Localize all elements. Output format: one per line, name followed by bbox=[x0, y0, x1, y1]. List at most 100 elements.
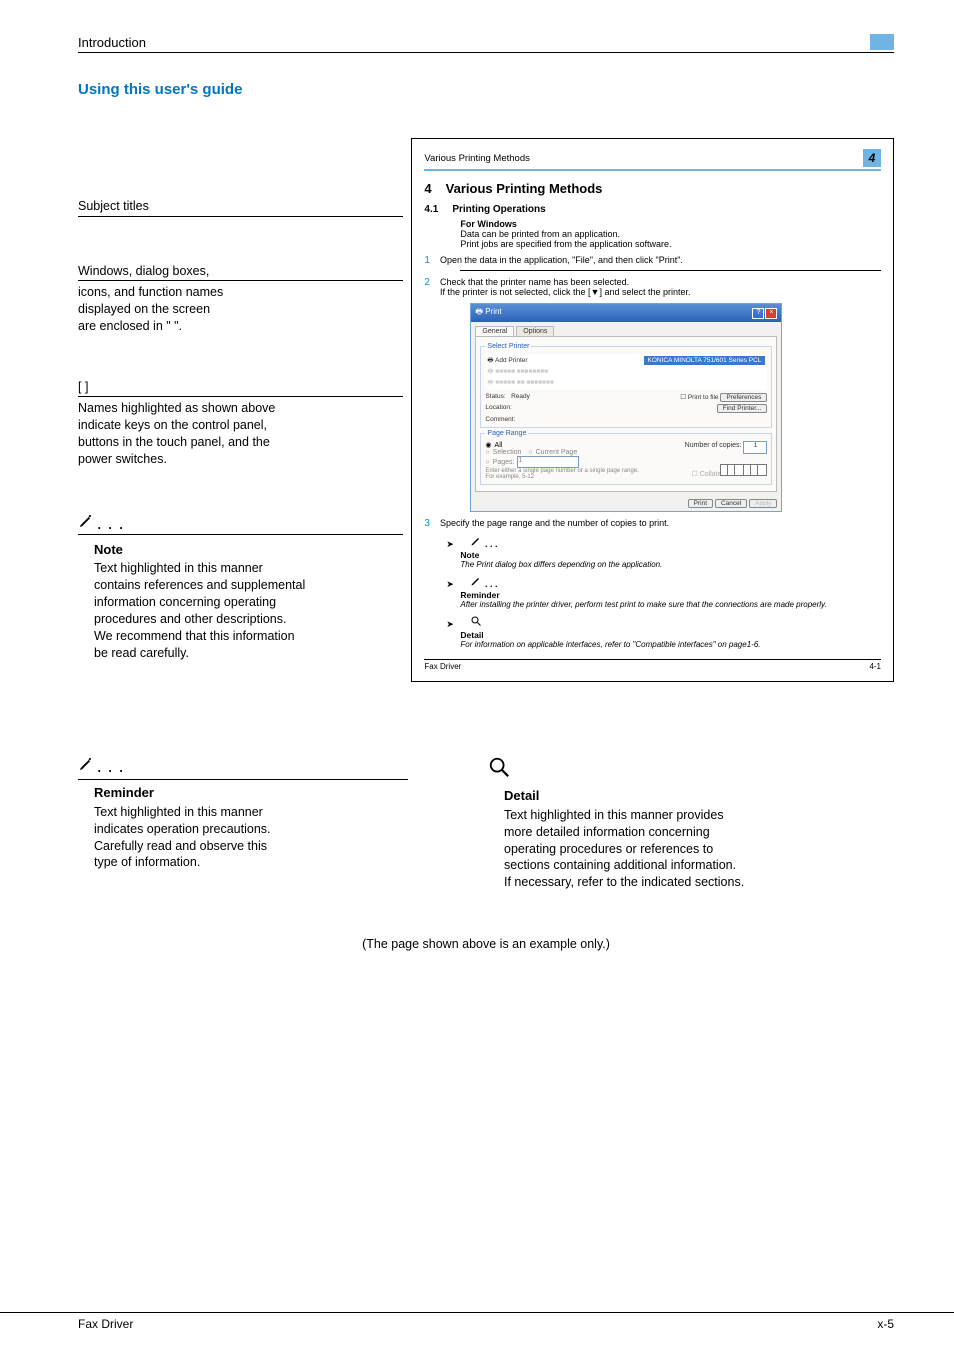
close-icon[interactable]: × bbox=[765, 308, 777, 319]
header-accent bbox=[870, 34, 894, 50]
note-icon bbox=[470, 539, 482, 549]
selected-printer[interactable]: KONICA MINOLTA 751/601 Series PCL bbox=[644, 356, 766, 365]
detail-heading: Detail bbox=[504, 787, 818, 805]
copies-stepper[interactable]: 1 bbox=[743, 441, 767, 454]
running-header: Introduction bbox=[78, 35, 146, 50]
callout-subject-titles: Subject titles bbox=[78, 198, 403, 218]
print-button[interactable]: Print bbox=[688, 499, 713, 508]
group-select-printer: Select Printer bbox=[485, 343, 531, 350]
note-heading: Note bbox=[94, 541, 403, 559]
callout-text: power switches. bbox=[78, 451, 403, 468]
example-ch-num: 4 bbox=[424, 181, 431, 196]
collate-checkbox[interactable]: Collate bbox=[700, 471, 722, 478]
callout-brackets: [ ] Names highlighted as shown above ind… bbox=[78, 379, 403, 467]
help-icon[interactable]: ? bbox=[752, 308, 764, 319]
callout-detail: Detail Text highlighted in this manner p… bbox=[488, 756, 818, 891]
callout-label: Subject titles bbox=[78, 198, 403, 216]
status-value: Ready bbox=[511, 393, 530, 400]
ex-detail-heading: Detail bbox=[460, 630, 881, 640]
radio-all[interactable]: ◉ All bbox=[485, 441, 640, 449]
callout-text: Windows, dialog boxes, bbox=[78, 263, 403, 280]
ex-reminder-heading: Reminder bbox=[460, 590, 881, 600]
example-footer-right: 4-1 bbox=[869, 662, 881, 671]
example-running-head: Various Printing Methods bbox=[424, 153, 529, 164]
reminder-text: Text highlighted in this manner bbox=[94, 804, 408, 821]
preferences-button[interactable]: Preferences bbox=[720, 393, 767, 402]
callout-text: buttons in the touch panel, and the bbox=[78, 434, 403, 451]
titlebar-buttons: ?× bbox=[751, 307, 777, 319]
example-page: Various Printing Methods 4 4 Various Pri… bbox=[411, 138, 894, 682]
printer-list[interactable]: 🖶 Add Printer KONICA MINOLTA 751/601 Ser… bbox=[485, 354, 767, 390]
note-text: be read carefully. bbox=[94, 645, 403, 662]
step-number: 2 bbox=[424, 277, 430, 297]
tab-options[interactable]: Options bbox=[516, 326, 554, 336]
example-intro: Print jobs are specified from the applic… bbox=[460, 239, 881, 249]
step-text: Open the data in the application, "File"… bbox=[440, 255, 881, 266]
reminder-text: type of information. bbox=[94, 854, 408, 871]
collate-icon bbox=[723, 464, 744, 478]
note-text: information concerning operating bbox=[94, 594, 403, 611]
example-platform: For Windows bbox=[460, 219, 881, 229]
radio-selection[interactable]: ○ Selection ○ Current Page bbox=[485, 449, 640, 456]
example-ch-title: Various Printing Methods bbox=[446, 181, 603, 196]
ex-detail-text: For information on applicable interfaces… bbox=[460, 640, 881, 649]
dialog-title: Print bbox=[485, 307, 501, 316]
callout-quoted-names: Windows, dialog boxes, icons, and functi… bbox=[78, 263, 403, 335]
ex-reminder-text: After installing the printer driver, per… bbox=[460, 600, 881, 609]
note-text: Text highlighted in this manner bbox=[94, 560, 403, 577]
print-dialog: 🖶 Print ?× General Options Select Printe… bbox=[470, 303, 782, 512]
step-text: If the printer is not selected, click th… bbox=[440, 287, 881, 297]
example-sub-num: 4.1 bbox=[424, 204, 438, 215]
callout-text: indicate keys on the control panel, bbox=[78, 417, 403, 434]
location-label: Location: bbox=[485, 404, 511, 413]
find-printer-button[interactable]: Find Printer... bbox=[717, 404, 768, 413]
bracket-symbol: [ ] bbox=[78, 379, 403, 396]
detail-text: more detailed information concerning bbox=[504, 824, 818, 841]
ex-note-text: The Print dialog box differs depending o… bbox=[460, 560, 881, 569]
copies-label: Number of copies: bbox=[685, 442, 742, 449]
step-number: 1 bbox=[424, 255, 430, 266]
collate-icon bbox=[746, 464, 767, 478]
detail-text: sections containing additional informati… bbox=[504, 857, 818, 874]
reminder-text: Carefully read and observe this bbox=[94, 838, 408, 855]
reminder-text: indicates operation precautions. bbox=[94, 821, 408, 838]
status-label: Status: bbox=[485, 393, 505, 400]
group-page-range: Page Range bbox=[485, 430, 528, 437]
example-footer-left: Fax Driver bbox=[424, 662, 461, 671]
reminder-icon bbox=[470, 579, 482, 589]
callout-reminder: . . . Reminder Text highlighted in this … bbox=[78, 756, 408, 891]
note-text: procedures and other descriptions. bbox=[94, 611, 403, 628]
step-text: Check that the printer name has been sel… bbox=[440, 277, 881, 287]
pages-hint: Enter either a single page number or a s… bbox=[485, 468, 640, 480]
example-intro: Data can be printed from an application. bbox=[460, 229, 881, 239]
reminder-heading: Reminder bbox=[94, 784, 408, 802]
print-to-file-checkbox[interactable]: ☐ Print to file bbox=[680, 394, 718, 401]
example-only-note: (The page shown above is an example only… bbox=[78, 937, 894, 951]
callout-text: Names highlighted as shown above bbox=[78, 400, 403, 417]
detail-text: If necessary, refer to the indicated sec… bbox=[504, 874, 818, 891]
note-text: We recommend that this information bbox=[94, 628, 403, 645]
footer-left: Fax Driver bbox=[78, 1317, 133, 1331]
step-number: 3 bbox=[424, 518, 430, 529]
detail-icon bbox=[470, 619, 482, 629]
example-chapter-num-badge: 4 bbox=[863, 149, 881, 167]
cancel-button[interactable]: Cancel bbox=[715, 499, 747, 508]
radio-pages[interactable]: ○ Pages: 1 bbox=[485, 456, 640, 468]
comment-label: Comment: bbox=[485, 416, 515, 423]
add-printer[interactable]: Add Printer bbox=[495, 357, 528, 364]
tab-general[interactable]: General bbox=[475, 326, 514, 336]
detail-text: operating procedures or references to bbox=[504, 841, 818, 858]
callout-text: are enclosed in " ". bbox=[78, 318, 403, 335]
reminder-icon bbox=[78, 761, 97, 775]
callout-note: . . . Note Text highlighted in this mann… bbox=[78, 513, 403, 662]
detail-text: Text highlighted in this manner provides bbox=[504, 807, 818, 824]
ex-note-heading: Note bbox=[460, 550, 881, 560]
note-text: contains references and supplemental bbox=[94, 577, 403, 594]
example-sub-title: Printing Operations bbox=[452, 204, 545, 215]
step-text: Specify the page range and the number of… bbox=[440, 518, 881, 529]
note-icon bbox=[78, 518, 97, 532]
section-title: Using this user's guide bbox=[78, 81, 894, 98]
apply-button[interactable]: Apply bbox=[749, 499, 777, 508]
pages-input[interactable]: 1 bbox=[517, 456, 579, 468]
callout-text: icons, and function names bbox=[78, 284, 403, 301]
